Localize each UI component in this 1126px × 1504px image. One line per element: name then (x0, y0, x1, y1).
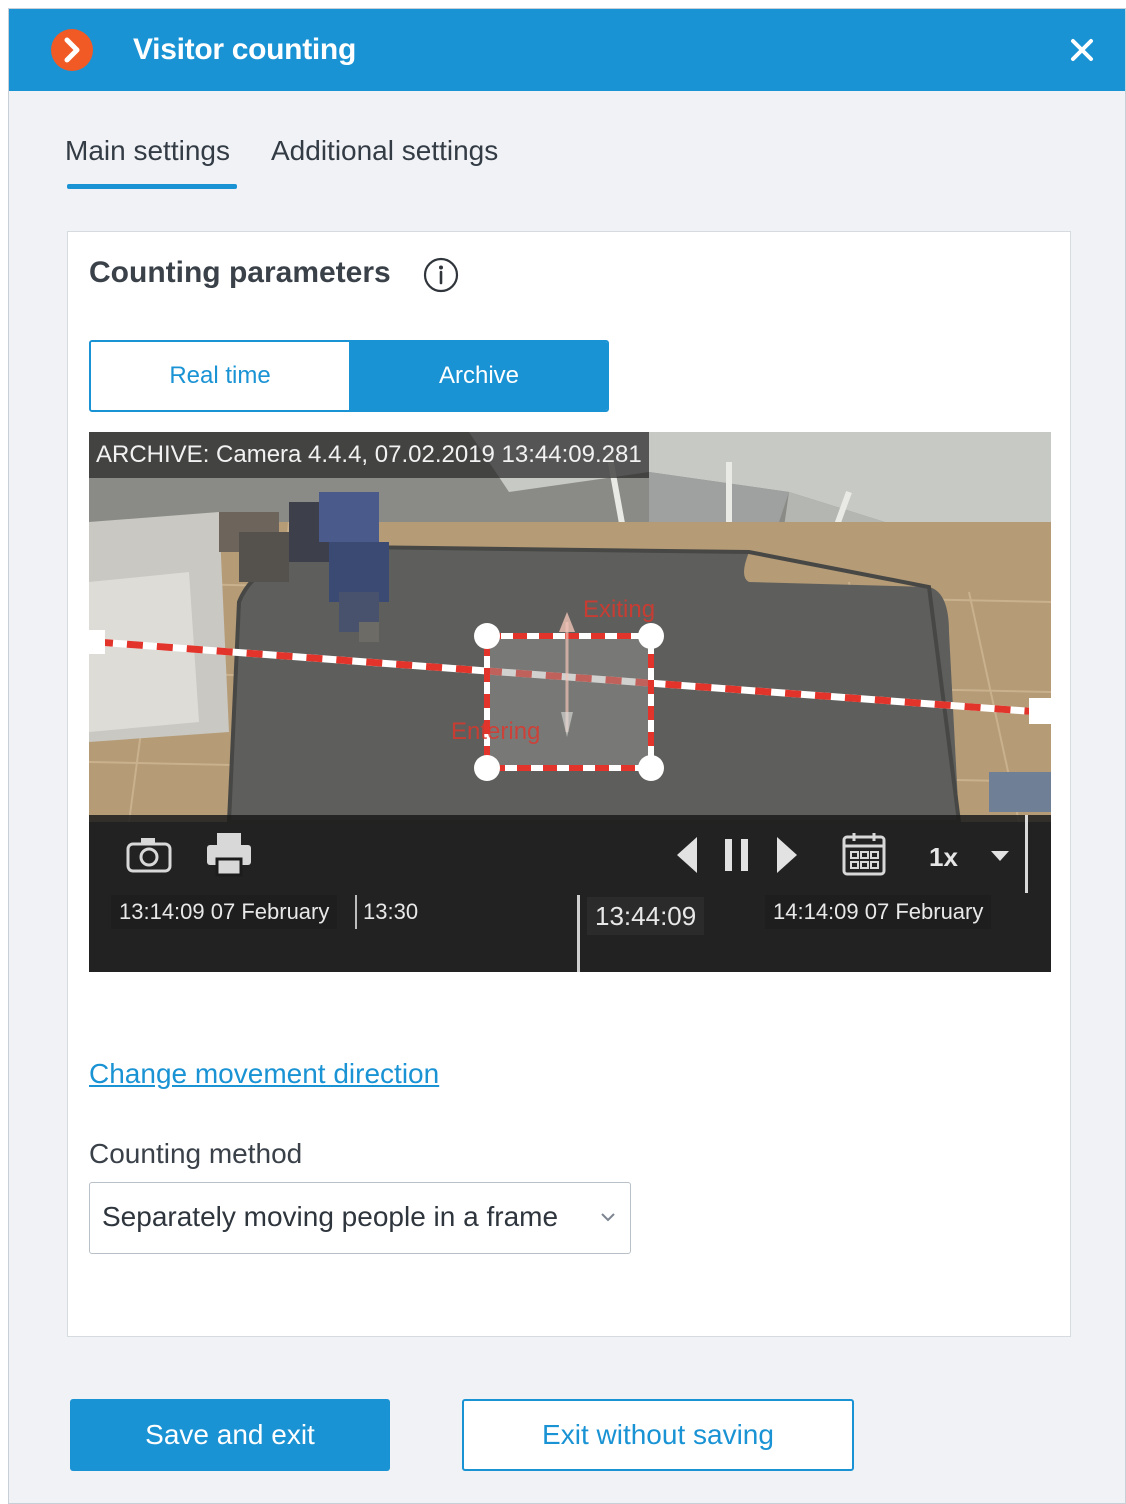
title-bar: Visitor counting (9, 9, 1125, 91)
archive-button[interactable]: Archive (349, 342, 607, 410)
timeline-mark: 13:30 (355, 895, 426, 929)
chevron-down-icon (601, 1213, 615, 1222)
video-preview[interactable]: ARCHIVE: Camera 4.4.4, 07.02.2019 13:44:… (89, 432, 1051, 972)
next-frame-icon[interactable] (775, 835, 799, 875)
timeline-current: 13:44:09 (587, 897, 705, 935)
tab-main-settings[interactable]: Main settings (65, 135, 230, 167)
timeline-cursor[interactable] (577, 895, 580, 972)
calendar-icon[interactable] (841, 831, 887, 877)
exit-without-saving-button[interactable]: Exit without saving (462, 1399, 854, 1471)
playback-controls: 1x 13:14:09 07 February 13:30 13:44:09 1… (89, 815, 1051, 972)
counting-method-label: Counting method (89, 1138, 303, 1169)
camera-label: ARCHIVE: Camera 4.4.4, 07.02.2019 13:44:… (89, 432, 649, 478)
info-icon[interactable] (422, 256, 460, 294)
speed-dropdown-icon[interactable] (989, 849, 1011, 863)
real-time-button[interactable]: Real time (91, 342, 349, 410)
pause-icon[interactable] (723, 837, 751, 873)
prev-frame-icon[interactable] (675, 835, 699, 875)
entering-label: Entering (451, 718, 541, 745)
tab-additional-settings[interactable]: Additional settings (271, 135, 498, 167)
active-tab-indicator (67, 184, 237, 189)
counting-method-select[interactable]: Separately moving people in a frame (89, 1182, 631, 1254)
mode-toggle: Real time Archive (89, 340, 609, 412)
change-direction-link[interactable]: Change movement direction (89, 1058, 439, 1090)
timeline-start: 13:14:09 07 February (111, 895, 338, 929)
counting-method-value: Separately moving people in a frame (102, 1201, 559, 1232)
timeline-edge (1025, 815, 1028, 893)
visitor-counting-dialog: Visitor counting Main settings Additiona… (8, 8, 1126, 1504)
panel-title: Counting parameters (89, 256, 391, 289)
save-and-exit-button[interactable]: Save and exit (70, 1399, 390, 1471)
camera-icon[interactable] (125, 835, 173, 875)
counting-parameters-panel: Counting parameters Real time Archive AR… (67, 231, 1071, 1337)
playback-speed[interactable]: 1x (929, 842, 958, 873)
dialog-title: Visitor counting (133, 33, 356, 66)
app-logo-icon (51, 29, 93, 71)
exiting-label: Exiting (583, 596, 656, 623)
timeline-end: 14:14:09 07 February (765, 895, 992, 929)
close-icon[interactable] (1065, 33, 1099, 67)
print-icon[interactable] (205, 831, 253, 877)
